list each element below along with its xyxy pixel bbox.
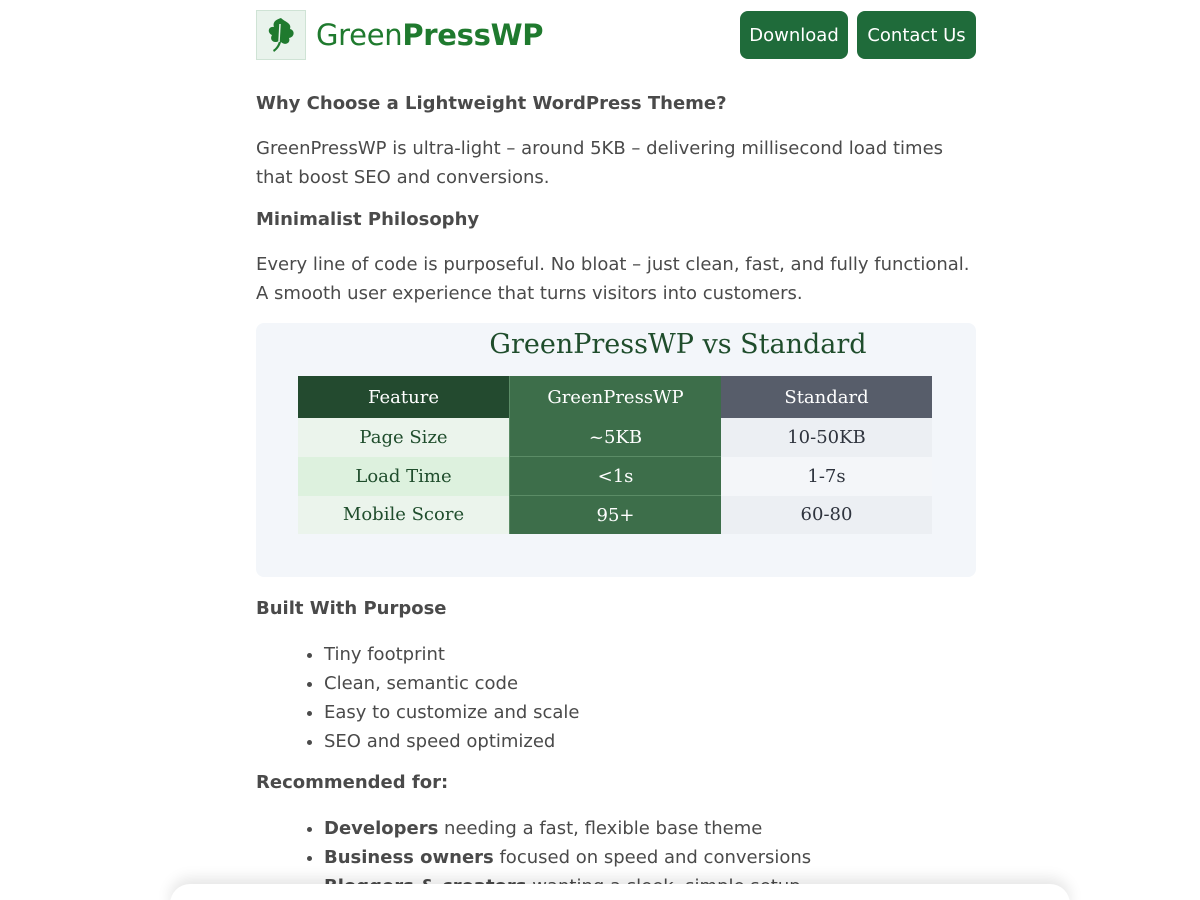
feature-cell: Page Size [298,418,510,457]
site-logo[interactable]: GreenPressWP [256,10,544,60]
table-row: Load Time <1s 1-7s [298,456,932,496]
contact-us-button[interactable]: Contact Us [857,11,976,59]
list-item: Business owners focused on speed and con… [324,843,1044,872]
header-standard: Standard [721,376,932,418]
comparison-table: Feature GreenPressWP Standard Page Size … [298,376,932,534]
footer-edge [170,884,1070,900]
leaf-icon [256,10,306,60]
table-header-row: Feature GreenPressWP Standard [298,376,932,418]
list-item: Developers needing a fast, flexible base… [324,814,1044,843]
why-paragraph: GreenPressWP is ultra-light – around 5KB… [256,138,944,188]
audience-description: needing a fast, flexible base theme [438,818,763,839]
table-row: Page Size ~5KB 10-50KB [298,418,932,457]
greenpresswp-cell: <1s [509,456,721,496]
logo-text-bold: PressWP [402,18,544,52]
built-list: Tiny footprint Clean, semantic code Easy… [256,640,1044,756]
site-header: GreenPressWP Download Contact Us [256,0,976,70]
page: GreenPressWP Download Contact Us Why Cho… [0,0,1200,900]
feature-cell: Load Time [298,456,510,496]
audience-label: Developers [324,818,439,839]
feature-cell: Mobile Score [298,495,510,534]
header-greenpresswp: GreenPressWP [509,376,721,418]
why-heading: Why Choose a Lightweight WordPress Theme… [256,93,727,114]
recommended-heading: Recommended for: [256,772,449,793]
standard-cell: 10-50KB [721,418,932,457]
comparison-card: GreenPressWP vs Standard Feature GreenPr… [256,323,976,577]
list-item: Tiny footprint [324,640,1044,669]
standard-cell: 60-80 [721,495,932,534]
greenpresswp-cell: ~5KB [509,418,721,457]
built-heading: Built With Purpose [256,598,447,619]
content-container: GreenPressWP Download Contact Us Why Cho… [256,0,976,897]
minimalist-paragraph: Every line of code is purposeful. No blo… [256,254,970,304]
list-item: SEO and speed optimized [324,727,1044,756]
audience-label: Business owners [324,847,494,868]
header-feature: Feature [298,376,510,418]
header-nav: Download Contact Us [740,11,976,59]
table-row: Mobile Score 95+ 60-80 [298,495,932,534]
logo-text-light: Green [316,18,403,52]
greenpresswp-cell: 95+ [509,495,721,534]
logo-text: GreenPressWP [316,18,544,52]
audience-description: focused on speed and conversions [493,847,812,868]
list-item: Clean, semantic code [324,669,1044,698]
minimalist-heading: Minimalist Philosophy [256,209,480,230]
download-button[interactable]: Download [740,11,848,59]
list-item: Easy to customize and scale [324,698,1044,727]
standard-cell: 1-7s [721,456,932,496]
comparison-title: GreenPressWP vs Standard [489,329,867,360]
